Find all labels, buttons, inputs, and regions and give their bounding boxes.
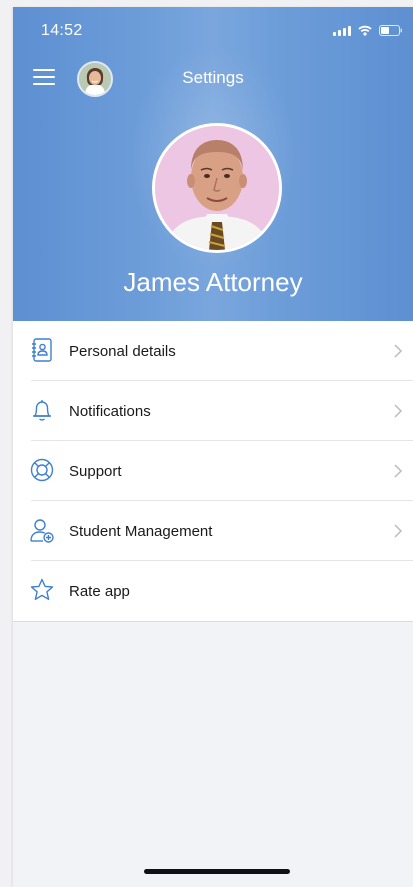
contact-card-icon	[29, 337, 55, 363]
status-icons	[333, 25, 403, 36]
star-icon	[29, 577, 55, 603]
wifi-icon	[358, 25, 372, 36]
settings-screen: 14:52 Settings James Attorney Personal d…	[13, 7, 413, 887]
menu-item-notifications[interactable]: Notifications	[13, 381, 413, 441]
battery-icon	[379, 25, 403, 36]
user-name: James Attorney	[123, 267, 303, 297]
chevron-right-icon	[393, 403, 403, 419]
menu-item-personal-details[interactable]: Personal details	[13, 321, 413, 381]
signal-icon	[333, 25, 351, 36]
home-indicator[interactable]	[144, 869, 290, 874]
menu-item-label: Student Management	[69, 523, 213, 540]
lifebuoy-icon	[29, 457, 55, 483]
menu-item-support[interactable]: Support	[13, 441, 413, 501]
menu-item-label: Rate app	[69, 583, 130, 600]
page-title: Settings	[182, 68, 244, 87]
menu-item-rate-app[interactable]: Rate app	[13, 561, 413, 621]
chevron-right-icon	[393, 343, 403, 359]
chevron-right-icon	[393, 463, 403, 479]
menu-item-label: Support	[69, 463, 122, 480]
chevron-right-icon	[393, 523, 403, 539]
profile-avatar[interactable]	[152, 123, 282, 253]
status-time: 14:52	[41, 22, 83, 39]
menu-item-label: Notifications	[69, 403, 151, 420]
bell-icon	[29, 397, 55, 423]
settings-menu: Personal details Notifications Support S…	[13, 321, 413, 622]
profile-header: 14:52 Settings James Attorney	[13, 7, 413, 321]
menu-item-label: Personal details	[69, 343, 176, 360]
add-user-icon	[29, 517, 55, 543]
menu-item-student-management[interactable]: Student Management	[13, 501, 413, 561]
